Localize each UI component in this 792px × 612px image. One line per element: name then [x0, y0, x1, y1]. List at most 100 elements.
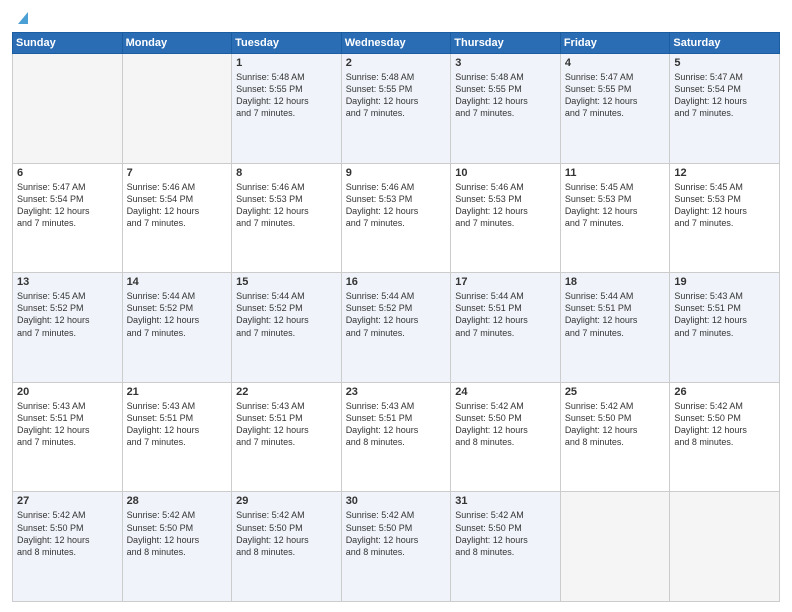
day-number: 27: [17, 495, 118, 507]
calendar-table: SundayMondayTuesdayWednesdayThursdayFrid…: [12, 32, 780, 602]
calendar-week-row: 6Sunrise: 5:47 AM Sunset: 5:54 PM Daylig…: [13, 163, 780, 273]
day-info: Sunrise: 5:45 AM Sunset: 5:53 PM Dayligh…: [674, 181, 775, 230]
day-number: 22: [236, 386, 337, 398]
calendar-cell: 1 Sunrise: 5:48 AM Sunset: 5:55 PM Daylig…: [232, 54, 342, 164]
day-number: 2: [346, 57, 447, 69]
calendar-cell: 29 Sunrise: 5:42 AM Sunset: 5:50 PM Dayli…: [232, 492, 342, 602]
calendar-cell: 13Sunrise: 5:45 AM Sunset: 5:52 PM Dayli…: [13, 273, 123, 383]
day-info: Sunrise: 5:43 AM Sunset: 5:51 PM Dayligh…: [236, 400, 337, 449]
calendar-cell: 3 Sunrise: 5:48 AM Sunset: 5:55 PM Daylig…: [451, 54, 561, 164]
calendar-header-sunday: Sunday: [13, 33, 123, 54]
calendar-cell: [560, 492, 670, 602]
page-header: [12, 10, 780, 26]
day-info: Sunrise: 5:42 AM Sunset: 5:50 PM Dayligh…: [455, 509, 556, 558]
day-number: 17: [455, 276, 556, 288]
day-info: Sunrise: 5:43 AM Sunset: 5:51 PM Dayligh…: [674, 290, 775, 339]
day-number: 19: [674, 276, 775, 288]
day-number: 24: [455, 386, 556, 398]
day-number: 18: [565, 276, 666, 288]
calendar-header-wednesday: Wednesday: [341, 33, 451, 54]
day-number: 12: [674, 167, 775, 179]
calendar-cell: 15 Sunrise: 5:44 AM Sunset: 5:52 PM Dayli…: [232, 273, 342, 383]
day-info: Sunrise: 5:45 AM Sunset: 5:52 PM Dayligh…: [17, 290, 118, 339]
day-number: 29: [236, 495, 337, 507]
logo-icon: [14, 8, 32, 26]
day-info: Sunrise: 5:48 AM Sunset: 5:55 PM Dayligh…: [455, 71, 556, 120]
calendar-cell: 25Sunrise: 5:42 AM Sunset: 5:50 PM Dayli…: [560, 382, 670, 492]
day-info: Sunrise: 5:42 AM Sunset: 5:50 PM Dayligh…: [455, 400, 556, 449]
calendar-cell: 10 Sunrise: 5:46 AM Sunset: 5:53 PM Dayli…: [451, 163, 561, 273]
calendar-cell: 24 Sunrise: 5:42 AM Sunset: 5:50 PM Dayli…: [451, 382, 561, 492]
day-info: Sunrise: 5:47 AM Sunset: 5:55 PM Dayligh…: [565, 71, 666, 120]
calendar-header-saturday: Saturday: [670, 33, 780, 54]
day-info: Sunrise: 5:46 AM Sunset: 5:53 PM Dayligh…: [455, 181, 556, 230]
calendar-header-thursday: Thursday: [451, 33, 561, 54]
calendar-cell: 5 Sunrise: 5:47 AM Sunset: 5:54 PM Daylig…: [670, 54, 780, 164]
day-info: Sunrise: 5:43 AM Sunset: 5:51 PM Dayligh…: [127, 400, 228, 449]
day-number: 6: [17, 167, 118, 179]
day-number: 15: [236, 276, 337, 288]
day-number: 11: [565, 167, 666, 179]
day-number: 10: [455, 167, 556, 179]
calendar-cell: 4Sunrise: 5:47 AM Sunset: 5:55 PM Daylig…: [560, 54, 670, 164]
day-info: Sunrise: 5:45 AM Sunset: 5:53 PM Dayligh…: [565, 181, 666, 230]
day-info: Sunrise: 5:42 AM Sunset: 5:50 PM Dayligh…: [17, 509, 118, 558]
day-number: 26: [674, 386, 775, 398]
day-info: Sunrise: 5:47 AM Sunset: 5:54 PM Dayligh…: [674, 71, 775, 120]
day-number: 8: [236, 167, 337, 179]
calendar-week-row: 27 Sunrise: 5:42 AM Sunset: 5:50 PM Dayli…: [13, 492, 780, 602]
calendar-cell: 9 Sunrise: 5:46 AM Sunset: 5:53 PM Daylig…: [341, 163, 451, 273]
calendar-cell: 22 Sunrise: 5:43 AM Sunset: 5:51 PM Dayli…: [232, 382, 342, 492]
day-number: 3: [455, 57, 556, 69]
day-info: Sunrise: 5:46 AM Sunset: 5:54 PM Dayligh…: [127, 181, 228, 230]
day-info: Sunrise: 5:44 AM Sunset: 5:51 PM Dayligh…: [455, 290, 556, 339]
day-info: Sunrise: 5:43 AM Sunset: 5:51 PM Dayligh…: [346, 400, 447, 449]
calendar-cell: 17 Sunrise: 5:44 AM Sunset: 5:51 PM Dayli…: [451, 273, 561, 383]
day-number: 20: [17, 386, 118, 398]
calendar-cell: [122, 54, 232, 164]
calendar-cell: 23 Sunrise: 5:43 AM Sunset: 5:51 PM Dayli…: [341, 382, 451, 492]
calendar-header-tuesday: Tuesday: [232, 33, 342, 54]
calendar-cell: 6Sunrise: 5:47 AM Sunset: 5:54 PM Daylig…: [13, 163, 123, 273]
day-info: Sunrise: 5:43 AM Sunset: 5:51 PM Dayligh…: [17, 400, 118, 449]
day-info: Sunrise: 5:42 AM Sunset: 5:50 PM Dayligh…: [127, 509, 228, 558]
day-number: 16: [346, 276, 447, 288]
day-number: 28: [127, 495, 228, 507]
calendar-week-row: 13Sunrise: 5:45 AM Sunset: 5:52 PM Dayli…: [13, 273, 780, 383]
calendar-cell: 31 Sunrise: 5:42 AM Sunset: 5:50 PM Dayli…: [451, 492, 561, 602]
day-info: Sunrise: 5:46 AM Sunset: 5:53 PM Dayligh…: [346, 181, 447, 230]
calendar-cell: 14 Sunrise: 5:44 AM Sunset: 5:52 PM Dayli…: [122, 273, 232, 383]
calendar-cell: 2 Sunrise: 5:48 AM Sunset: 5:55 PM Daylig…: [341, 54, 451, 164]
day-info: Sunrise: 5:44 AM Sunset: 5:52 PM Dayligh…: [127, 290, 228, 339]
day-info: Sunrise: 5:44 AM Sunset: 5:52 PM Dayligh…: [346, 290, 447, 339]
day-info: Sunrise: 5:44 AM Sunset: 5:51 PM Dayligh…: [565, 290, 666, 339]
calendar-cell: 12 Sunrise: 5:45 AM Sunset: 5:53 PM Dayli…: [670, 163, 780, 273]
calendar-cell: 20 Sunrise: 5:43 AM Sunset: 5:51 PM Dayli…: [13, 382, 123, 492]
calendar-cell: 28 Sunrise: 5:42 AM Sunset: 5:50 PM Dayli…: [122, 492, 232, 602]
day-number: 21: [127, 386, 228, 398]
calendar-cell: 16 Sunrise: 5:44 AM Sunset: 5:52 PM Dayli…: [341, 273, 451, 383]
calendar-week-row: 1 Sunrise: 5:48 AM Sunset: 5:55 PM Daylig…: [13, 54, 780, 164]
day-info: Sunrise: 5:42 AM Sunset: 5:50 PM Dayligh…: [565, 400, 666, 449]
day-info: Sunrise: 5:46 AM Sunset: 5:53 PM Dayligh…: [236, 181, 337, 230]
calendar-cell: 19 Sunrise: 5:43 AM Sunset: 5:51 PM Dayli…: [670, 273, 780, 383]
calendar-cell: 11 Sunrise: 5:45 AM Sunset: 5:53 PM Dayli…: [560, 163, 670, 273]
calendar-cell: 18 Sunrise: 5:44 AM Sunset: 5:51 PM Dayli…: [560, 273, 670, 383]
day-number: 23: [346, 386, 447, 398]
day-info: Sunrise: 5:42 AM Sunset: 5:50 PM Dayligh…: [674, 400, 775, 449]
day-info: Sunrise: 5:44 AM Sunset: 5:52 PM Dayligh…: [236, 290, 337, 339]
day-number: 14: [127, 276, 228, 288]
calendar-cell: 21 Sunrise: 5:43 AM Sunset: 5:51 PM Dayli…: [122, 382, 232, 492]
day-info: Sunrise: 5:42 AM Sunset: 5:50 PM Dayligh…: [236, 509, 337, 558]
calendar-cell: 27 Sunrise: 5:42 AM Sunset: 5:50 PM Dayli…: [13, 492, 123, 602]
day-info: Sunrise: 5:48 AM Sunset: 5:55 PM Dayligh…: [236, 71, 337, 120]
calendar-header-monday: Monday: [122, 33, 232, 54]
day-number: 31: [455, 495, 556, 507]
day-number: 1: [236, 57, 337, 69]
day-info: Sunrise: 5:48 AM Sunset: 5:55 PM Dayligh…: [346, 71, 447, 120]
calendar-header-row: SundayMondayTuesdayWednesdayThursdayFrid…: [13, 33, 780, 54]
day-number: 9: [346, 167, 447, 179]
calendar-cell: 8 Sunrise: 5:46 AM Sunset: 5:53 PM Daylig…: [232, 163, 342, 273]
day-number: 5: [674, 57, 775, 69]
day-number: 30: [346, 495, 447, 507]
